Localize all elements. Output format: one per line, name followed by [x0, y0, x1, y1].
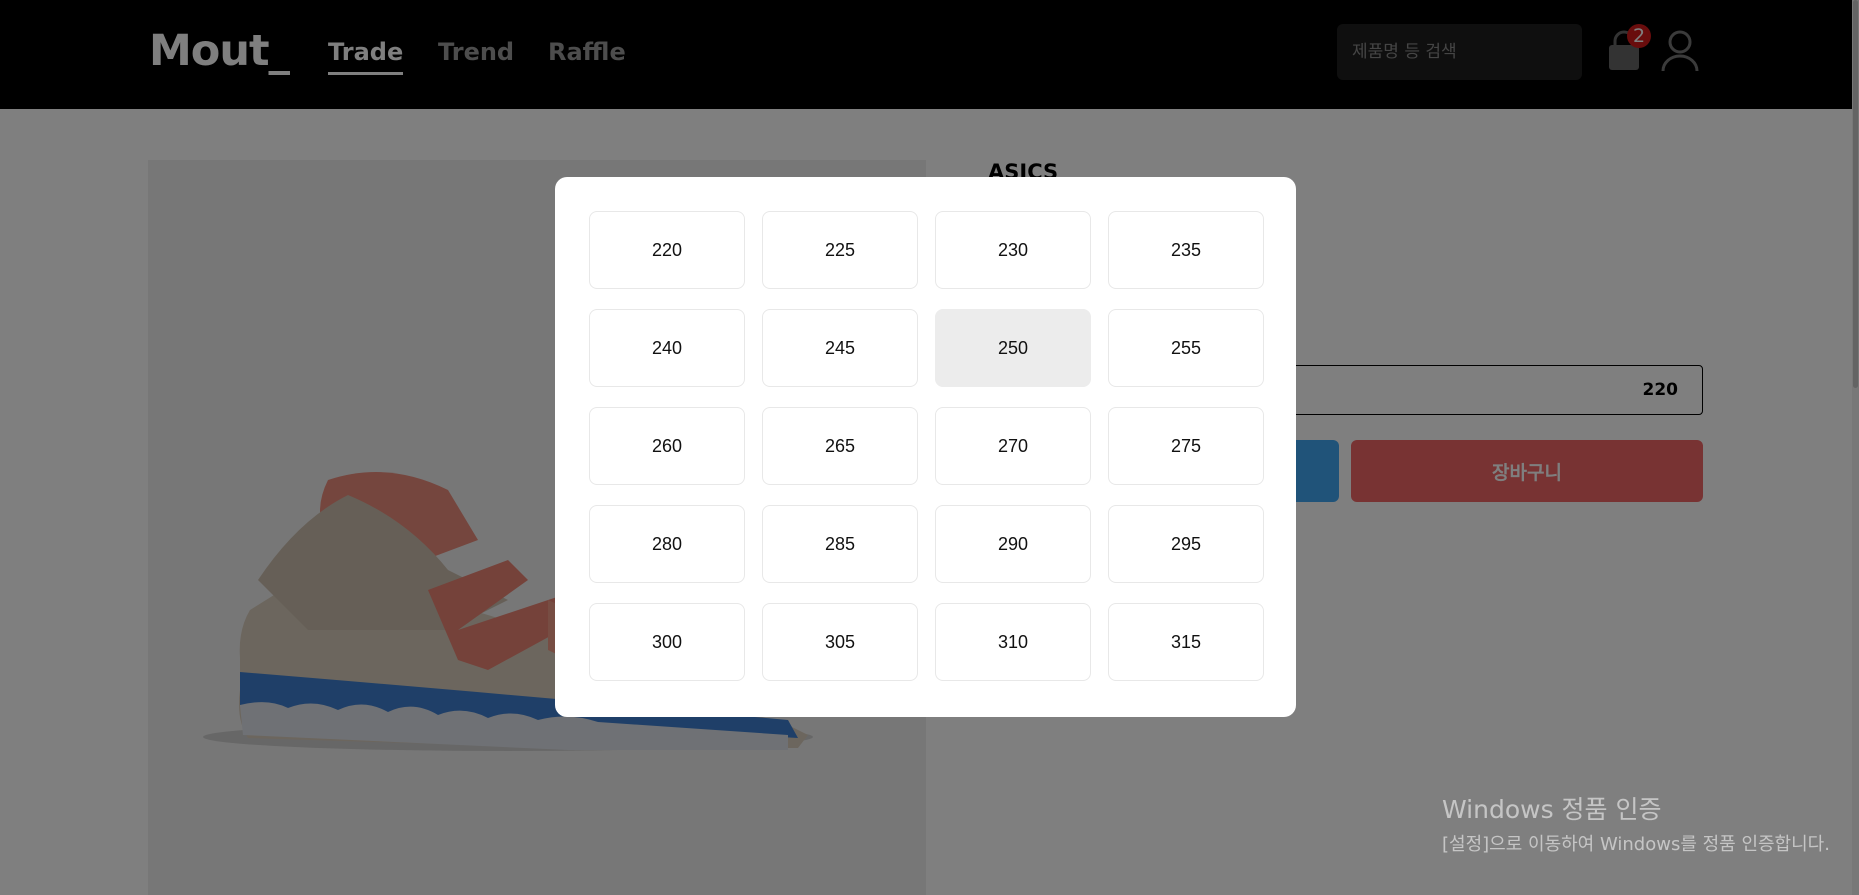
windows-activation-watermark: Windows 정품 인증 [설정]으로 이동하여 Windows를 정품 인증…	[1442, 790, 1830, 856]
size-option[interactable]: 270	[935, 407, 1091, 485]
size-option[interactable]: 255	[1108, 309, 1264, 387]
size-option[interactable]: 225	[762, 211, 918, 289]
size-option[interactable]: 275	[1108, 407, 1264, 485]
size-option[interactable]: 310	[935, 603, 1091, 681]
size-option[interactable]: 280	[589, 505, 745, 583]
size-option[interactable]: 250	[935, 309, 1091, 387]
size-picker-modal: 220 225 230 235 240 245 250 255 260 265 270 275 280 2…	[555, 177, 1296, 717]
size-option[interactable]: 305	[762, 603, 918, 681]
size-option[interactable]: 295	[1108, 505, 1264, 583]
size-option[interactable]: 315	[1108, 603, 1264, 681]
size-option[interactable]: 220	[589, 211, 745, 289]
size-option[interactable]: 300	[589, 603, 745, 681]
size-option[interactable]: 235	[1108, 211, 1264, 289]
size-option[interactable]: 260	[589, 407, 745, 485]
size-grid: 220 225 230 235 240 245 250 255 260 265 270 275 280 2…	[589, 211, 1264, 681]
watermark-title: Windows 정품 인증	[1442, 795, 1662, 824]
size-option[interactable]: 290	[935, 505, 1091, 583]
size-option[interactable]: 265	[762, 407, 918, 485]
size-option[interactable]: 240	[589, 309, 745, 387]
size-option[interactable]: 285	[762, 505, 918, 583]
size-option[interactable]: 230	[935, 211, 1091, 289]
watermark-subtitle: [설정]으로 이동하여 Windows를 정품 인증합니다.	[1442, 834, 1830, 855]
size-option[interactable]: 245	[762, 309, 918, 387]
